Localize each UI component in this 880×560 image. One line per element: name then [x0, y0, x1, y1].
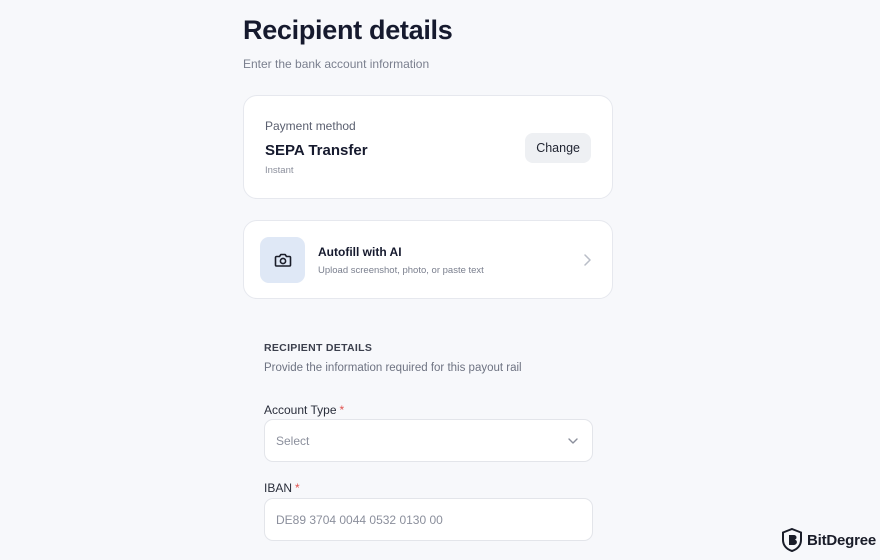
payment-method-card: Payment method SEPA Transfer Instant Cha…	[243, 95, 613, 199]
recipient-details-page: Recipient details Enter the bank account…	[0, 0, 880, 560]
iban-placeholder: DE89 3704 0044 0532 0130 00	[276, 512, 443, 527]
bitdegree-logo-icon	[782, 528, 802, 552]
chevron-right-icon	[584, 254, 591, 266]
account-type-value: Select	[276, 433, 310, 448]
required-mark: *	[295, 481, 300, 495]
bitdegree-watermark: BitDegree	[781, 528, 876, 552]
iban-input[interactable]: DE89 3704 0044 0532 0130 00	[264, 498, 593, 541]
iban-label: IBAN *	[264, 481, 300, 495]
autofill-ai-card[interactable]: Autofill with AI Upload screenshot, phot…	[243, 220, 613, 299]
recipient-section-subtitle: Provide the information required for thi…	[264, 362, 522, 374]
iban-label-text: IBAN	[264, 481, 293, 495]
payment-method-label: Payment method	[265, 119, 356, 133]
payment-method-name: SEPA Transfer	[265, 142, 368, 159]
chevron-down-icon	[568, 438, 578, 444]
account-type-label-text: Account Type	[264, 403, 337, 417]
camera-icon	[260, 237, 305, 283]
bitdegree-logo-text: BitDegree	[807, 531, 877, 549]
account-type-label: Account Type *	[264, 403, 344, 417]
change-payment-method-button[interactable]: Change	[525, 133, 591, 163]
recipient-section-heading: RECIPIENT DETAILS	[264, 342, 373, 354]
required-mark: *	[339, 403, 345, 417]
autofill-subtitle: Upload screenshot, photo, or paste text	[318, 265, 484, 276]
page-title: Recipient details	[243, 15, 453, 45]
page-subtitle: Enter the bank account information	[243, 57, 430, 71]
autofill-title: Autofill with AI	[318, 245, 402, 259]
payment-method-speed: Instant	[265, 165, 294, 176]
account-type-select[interactable]: Select	[264, 419, 593, 462]
